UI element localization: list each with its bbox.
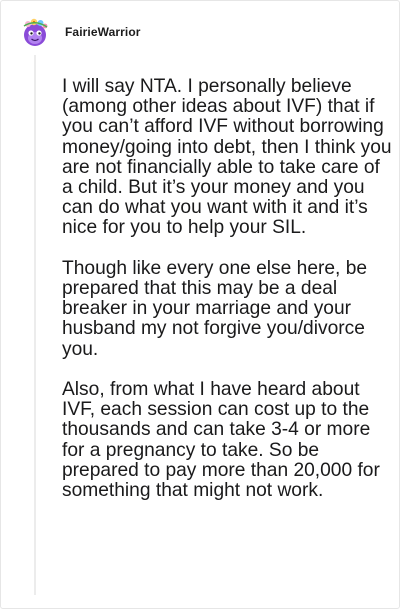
comment-paragraph: Also, from what I have heard about IVF, …: [62, 379, 380, 502]
thread-line[interactable]: [34, 55, 36, 595]
avatar[interactable]: [19, 16, 51, 48]
username[interactable]: FairieWarrior: [65, 25, 141, 39]
comment-header: FairieWarrior: [19, 14, 141, 50]
comment-paragraph: Though like every one else here, be prep…: [62, 257, 368, 360]
comment-card: FairieWarrior I will say NTA. I personal…: [0, 0, 400, 609]
comment-paragraph: I will say NTA. I personally believe (am…: [62, 76, 392, 239]
comment-body: I will say NTA. I personally believe (am…: [62, 76, 392, 502]
avatar-icon: [23, 18, 48, 46]
